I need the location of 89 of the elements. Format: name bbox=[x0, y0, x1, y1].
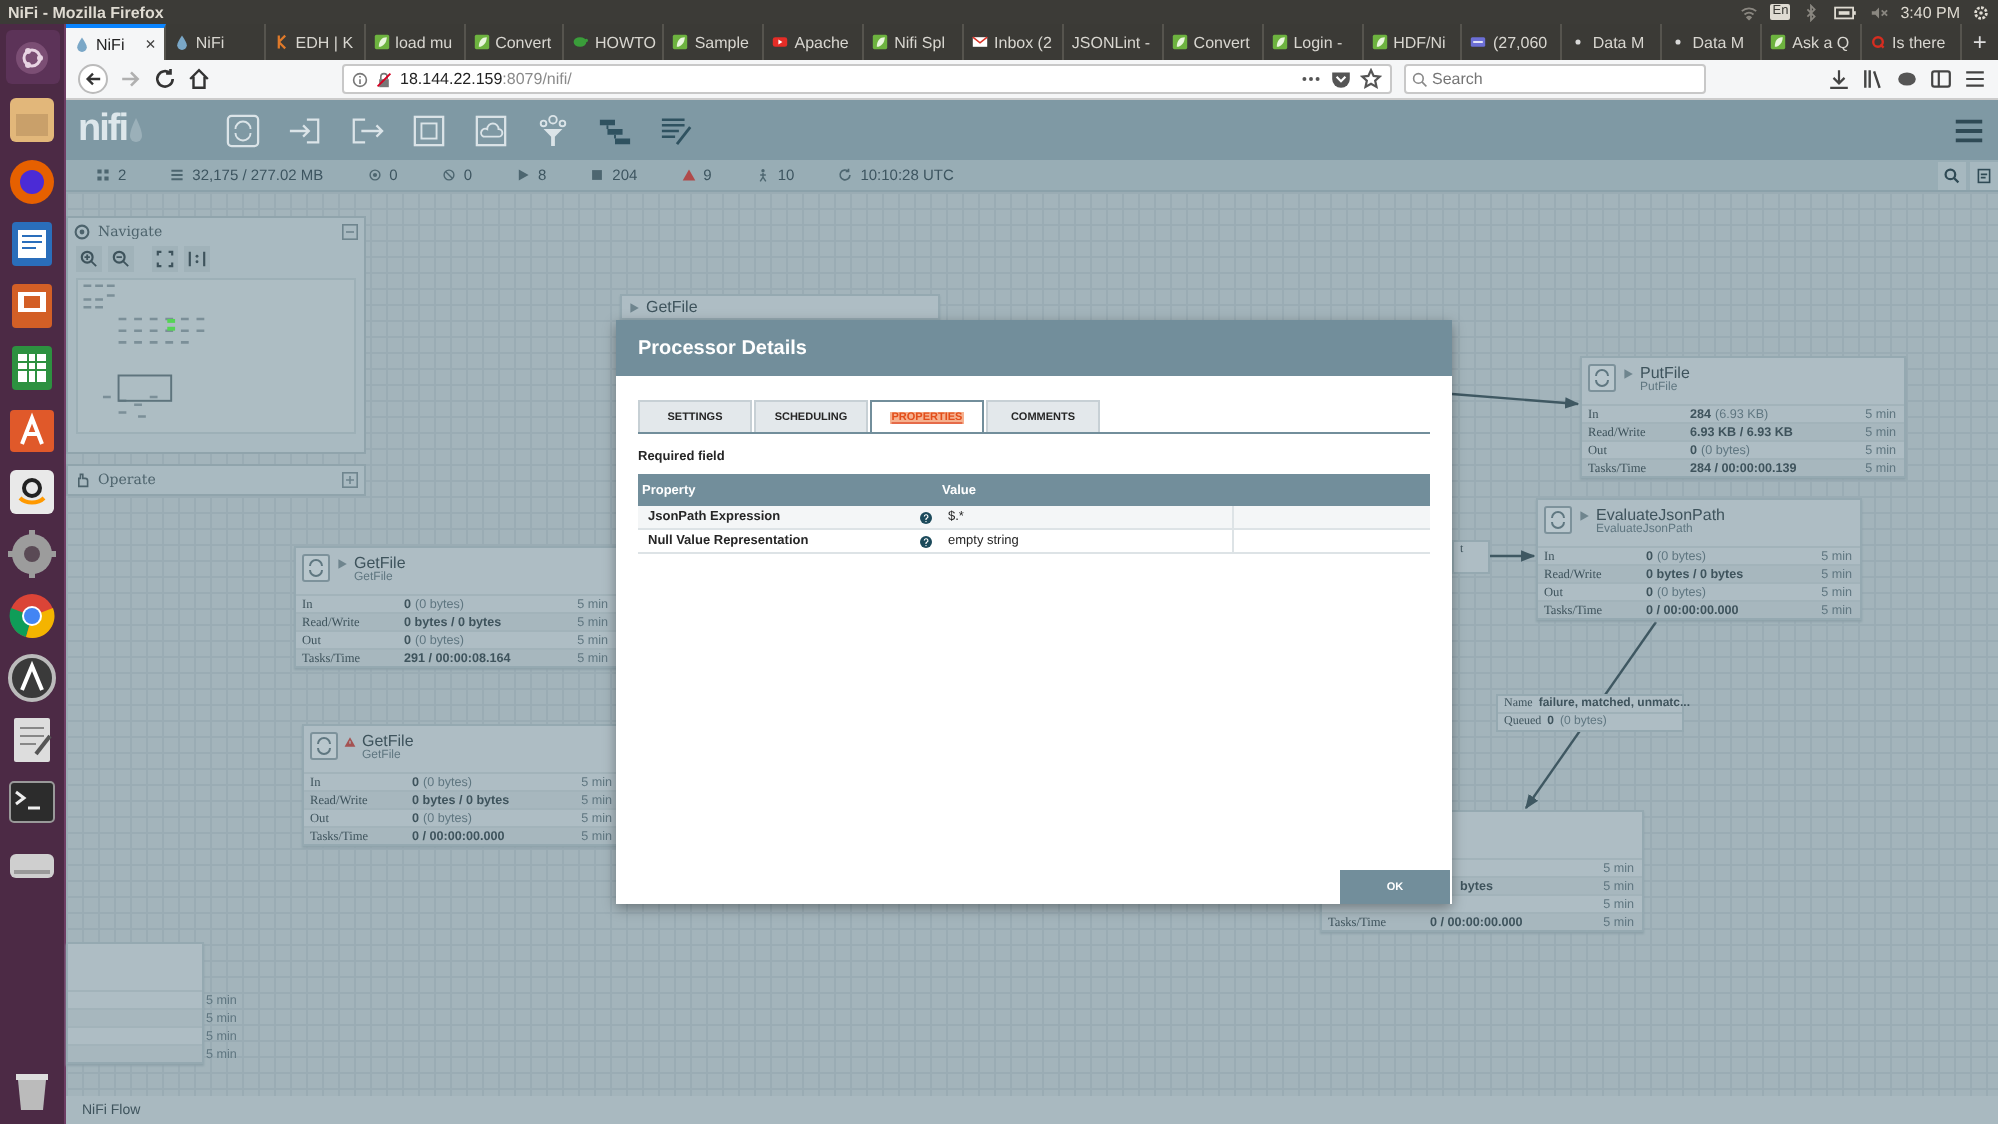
search-field[interactable]: Search bbox=[1404, 64, 1706, 94]
leaf-icon bbox=[473, 34, 490, 50]
leaf-icon bbox=[373, 34, 390, 50]
processor-icon bbox=[310, 732, 338, 760]
stop-icon bbox=[590, 168, 605, 182]
not-transmitting-icon bbox=[441, 168, 456, 182]
actual-size-button[interactable] bbox=[184, 246, 210, 272]
browser-tab[interactable]: NiFi × bbox=[66, 24, 166, 60]
leaf-icon bbox=[672, 34, 689, 50]
app-icon[interactable] bbox=[6, 218, 58, 270]
dialog-title: Processor Details bbox=[638, 337, 807, 359]
q-mark-icon bbox=[1870, 34, 1887, 50]
card-icon bbox=[1470, 34, 1487, 50]
app-icon[interactable] bbox=[6, 404, 58, 456]
play-icon bbox=[515, 168, 530, 182]
processor-name: GetFile bbox=[354, 554, 406, 572]
app-icon[interactable] bbox=[6, 280, 58, 332]
processor-name: GetFile bbox=[362, 732, 414, 750]
app-icon[interactable] bbox=[6, 776, 58, 828]
list-icon bbox=[170, 168, 185, 182]
turtle-icon bbox=[572, 34, 589, 50]
nifi-logo: nifi bbox=[78, 108, 198, 152]
label-icon[interactable] bbox=[660, 113, 694, 147]
processor-card[interactable]: GetFile bbox=[620, 294, 940, 320]
search-button[interactable] bbox=[1938, 161, 1966, 189]
new-tab-button[interactable]: + bbox=[1961, 24, 1998, 60]
window-title: NiFi - Mozilla Firefox bbox=[8, 3, 164, 21]
leaf-icon bbox=[1271, 34, 1288, 50]
zoom-in-button[interactable] bbox=[76, 246, 102, 272]
app-icon[interactable] bbox=[6, 652, 58, 704]
reload-icon[interactable] bbox=[154, 68, 176, 90]
warning-icon bbox=[681, 168, 696, 182]
back-arrow-icon bbox=[84, 70, 102, 88]
processor-icon bbox=[302, 554, 330, 582]
processor-name: GetFile bbox=[646, 298, 698, 316]
info-icon[interactable] bbox=[352, 71, 368, 87]
download-icon[interactable] bbox=[1828, 68, 1850, 90]
sidebar-icon[interactable] bbox=[1930, 68, 1952, 90]
home-icon[interactable] bbox=[188, 68, 210, 90]
insecure-lock-icon[interactable] bbox=[376, 71, 392, 87]
refresh-icon bbox=[838, 168, 853, 182]
dash-button[interactable] bbox=[5, 30, 59, 84]
menu-icon[interactable] bbox=[1964, 68, 1986, 90]
transmitting-icon bbox=[367, 168, 382, 182]
drop-icon bbox=[173, 34, 190, 50]
url-path: :8079/nifi/ bbox=[502, 70, 572, 88]
k-mark-icon bbox=[273, 34, 290, 50]
processor-name: EvaluateJsonPath bbox=[1596, 506, 1725, 524]
app-icon[interactable] bbox=[6, 466, 58, 518]
fit-button[interactable] bbox=[152, 246, 178, 272]
processor-icon bbox=[1544, 506, 1572, 534]
processor-name: PutFile bbox=[1640, 364, 1690, 382]
library-icon[interactable] bbox=[1862, 68, 1884, 90]
leaf-icon bbox=[1371, 34, 1388, 50]
battery-icon[interactable] bbox=[1832, 3, 1859, 21]
leaf-icon bbox=[1171, 34, 1188, 50]
wifi-icon[interactable] bbox=[1740, 3, 1759, 21]
zoom-out-button[interactable] bbox=[108, 246, 134, 272]
video-play-icon bbox=[772, 34, 789, 50]
circle-logo-icon bbox=[14, 39, 50, 75]
star-icon[interactable] bbox=[1360, 68, 1382, 90]
leaf-icon bbox=[1770, 34, 1787, 50]
settings-icon[interactable] bbox=[1972, 3, 1990, 21]
help-icon[interactable] bbox=[920, 535, 932, 547]
input-port-icon[interactable] bbox=[288, 113, 322, 147]
muted-speaker-icon[interactable] bbox=[1870, 3, 1889, 21]
connection-arrow[interactable] bbox=[1490, 550, 1536, 562]
app-icon[interactable] bbox=[6, 94, 58, 146]
bulletin-button[interactable] bbox=[1970, 161, 1998, 189]
document-icon bbox=[1976, 167, 1992, 183]
connection-arrow[interactable] bbox=[1451, 392, 1580, 409]
drop-icon bbox=[74, 36, 90, 52]
address-field[interactable]: 18.144.22.159:8079/nifi/ bbox=[342, 64, 1392, 94]
app-icon[interactable] bbox=[6, 590, 58, 642]
url-host: 18.144.22.159 bbox=[400, 70, 503, 88]
mail-icon bbox=[972, 34, 989, 50]
clock[interactable]: 3:40 PM bbox=[1900, 3, 1960, 21]
pocket-icon[interactable] bbox=[1330, 68, 1352, 90]
hand-icon bbox=[74, 472, 90, 488]
leaf-icon bbox=[872, 34, 889, 50]
app-icon[interactable] bbox=[6, 342, 58, 394]
bluetooth-icon[interactable] bbox=[1802, 3, 1821, 21]
help-icon[interactable] bbox=[920, 511, 932, 523]
compass-icon bbox=[74, 224, 90, 240]
disabled-icon bbox=[755, 168, 770, 182]
back-button[interactable] bbox=[78, 64, 108, 94]
processor-icon bbox=[1588, 364, 1616, 392]
search-icon bbox=[1944, 167, 1960, 183]
grid-icon bbox=[96, 168, 110, 182]
